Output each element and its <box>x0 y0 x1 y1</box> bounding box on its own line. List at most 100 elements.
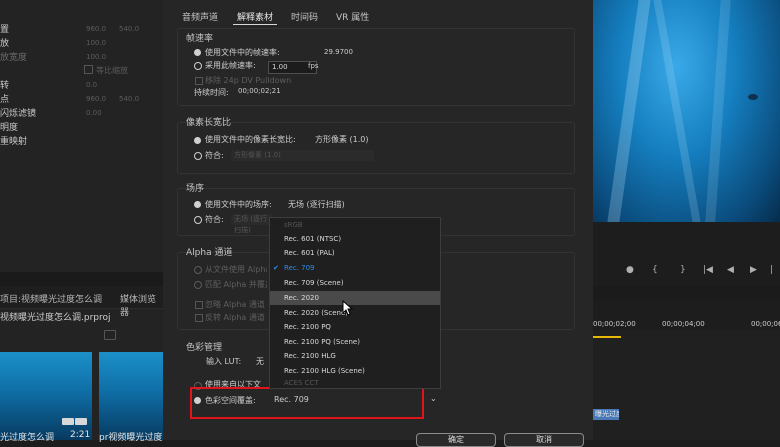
radio-conform-field-order[interactable] <box>194 216 202 224</box>
timeline-clip[interactable]: 曝光过度怎么调.mp4 <box>593 409 619 420</box>
prop-label: 点 <box>0 95 10 105</box>
invert-alpha-checkbox[interactable] <box>195 314 203 322</box>
timeline-panel[interactable] <box>593 330 780 440</box>
prop-row-position[interactable]: 置 960.0 540.0 <box>0 22 163 36</box>
prop-value[interactable]: 100.0 <box>86 50 106 64</box>
dropdown-option[interactable]: Rec. 2100 PQ <box>270 320 440 334</box>
go-to-in-icon[interactable]: |◀ <box>703 265 713 275</box>
section-title: 色彩管理 <box>186 343 223 353</box>
radio-use-file-field-order[interactable] <box>194 201 201 208</box>
prop-row-flicker[interactable]: 闪烁滤镜 0.00 <box>0 106 163 120</box>
marker-icon[interactable]: ● <box>626 265 634 275</box>
prop-row-scale-width[interactable]: 放宽度 100.0 <box>0 50 163 64</box>
uniform-scale-checkbox[interactable]: 等比缩放 <box>84 65 128 76</box>
program-monitor-preview[interactable] <box>593 0 780 222</box>
work-area-bar[interactable] <box>593 336 621 338</box>
prop-label: 放 <box>0 39 10 49</box>
prop-label: 明度 <box>0 123 19 133</box>
chevron-down-icon[interactable]: ⌄ <box>430 394 437 403</box>
dropdown-option[interactable]: sRGB <box>270 218 440 232</box>
video-badge-icon <box>62 418 74 425</box>
ok-button[interactable]: 确定 <box>416 433 496 447</box>
prop-value[interactable]: 960.0 <box>86 22 106 36</box>
panel-divider <box>0 272 163 286</box>
tab-audio-channels[interactable]: 音频声道 <box>182 10 218 23</box>
section-title: Alpha 通道 <box>186 248 233 258</box>
radio-label: 使用文件中的像素长宽比: <box>205 135 296 144</box>
step-forward-icon[interactable]: | <box>770 265 773 275</box>
prop-label: 重映射 <box>0 137 28 147</box>
thumbnail-clip-2[interactable] <box>99 352 163 440</box>
step-back-icon[interactable]: ◀ <box>727 265 734 275</box>
radio-alpha-match[interactable] <box>194 281 202 289</box>
checkbox-label: 反转 Alpha 通道 <box>205 313 265 322</box>
section-title: 像素长宽比 <box>186 118 232 128</box>
mark-out-icon[interactable]: } <box>680 265 686 275</box>
dropdown-option[interactable]: Rec. 601 (NTSC) <box>270 232 440 246</box>
dropdown-option[interactable]: Rec. 2100 PQ (Scene) <box>270 335 440 349</box>
prop-value[interactable]: 540.0 <box>119 22 139 36</box>
fps-unit: fps <box>308 62 319 70</box>
prop-row-scale[interactable]: 放 100.0 <box>0 36 163 50</box>
monitor-controls-bar <box>593 222 780 262</box>
play-icon[interactable]: ▶ <box>750 265 757 275</box>
ruler-timecode: 00;00;06;00 <box>751 320 780 328</box>
pulldown-checkbox[interactable] <box>195 77 203 85</box>
tab-media-browser[interactable]: 媒体浏览器 <box>120 292 163 318</box>
prop-value[interactable]: 960.0 <box>86 92 106 106</box>
dropdown-option[interactable]: Rec. 709 (Scene) <box>270 276 440 290</box>
radio-assume-frame-rate[interactable] <box>194 62 202 70</box>
dropdown-option-selected[interactable]: ✔ Rec. 709 <box>270 261 440 275</box>
audio-badge-icon <box>75 418 87 425</box>
field-order-select[interactable]: 无场 (逐行扫描) <box>231 214 272 234</box>
ignore-alpha-checkbox[interactable] <box>195 301 203 309</box>
mark-in-icon[interactable]: { <box>652 265 658 275</box>
color-space-dropdown[interactable]: sRGB Rec. 601 (NTSC) Rec. 601 (PAL) ✔ Rec… <box>269 217 441 389</box>
prop-row-opacity[interactable]: 明度 <box>0 120 163 134</box>
red-highlight-box <box>190 387 424 419</box>
radio-alpha-from-file[interactable] <box>194 266 202 274</box>
radio-label: 符合: <box>205 151 224 160</box>
mouse-cursor-icon <box>342 300 354 316</box>
prop-row-anchor[interactable]: 点 960.0 540.0 <box>0 92 163 106</box>
duration-label: 持续时间: <box>194 88 229 97</box>
thumbnail-clip-1[interactable] <box>0 352 92 440</box>
tab-timecode[interactable]: 时间码 <box>291 10 318 23</box>
dropdown-option[interactable]: Rec. 601 (PAL) <box>270 246 440 260</box>
ruler-timecode: 00;00;04;00 <box>662 320 705 328</box>
radio-label: 匹配 Alpha 并覆盖 <box>205 280 267 289</box>
dropdown-option[interactable]: Rec. 2020 (Scene) <box>270 306 440 320</box>
prop-label: 置 <box>0 25 10 35</box>
prop-value[interactable]: 0.0 <box>86 78 97 92</box>
diver-figure <box>748 94 758 100</box>
tab-project[interactable]: 项目:视频曝光过度怎么调 <box>0 292 102 305</box>
checkmark-icon: ✔ <box>273 264 279 272</box>
prop-value[interactable]: 100.0 <box>86 36 106 50</box>
section-title: 帧速率 <box>186 34 214 44</box>
tab-interpret-footage[interactable]: 解释素材 <box>237 10 273 23</box>
radio-label: 使用文件中的场序: <box>205 200 272 209</box>
cancel-button[interactable]: 取消 <box>504 433 584 447</box>
project-panel-tabs: 项目:视频曝光过度怎么调 媒体浏览器 <box>0 286 163 318</box>
prop-row-rotation[interactable]: 转 0.0 <box>0 78 163 92</box>
checkbox-label: 忽略 Alpha 通道 <box>205 300 265 309</box>
dropdown-option-hovered[interactable]: Rec. 2020 <box>270 291 440 305</box>
dropdown-option[interactable]: ACES CCT <box>270 376 440 390</box>
thumbnail-label: 光过度怎么调 <box>0 433 55 443</box>
radio-use-file-frame-rate[interactable] <box>194 49 201 56</box>
radio-conform-pixel-aspect[interactable] <box>194 152 202 160</box>
prop-value[interactable]: 540.0 <box>119 92 139 106</box>
radio-label: 采用此帧速率: <box>205 61 256 70</box>
checkbox-box[interactable] <box>84 65 93 74</box>
folder-icon[interactable] <box>104 330 116 340</box>
thumbnail-duration: 2:21 <box>70 430 91 440</box>
tab-vr-properties[interactable]: VR 属性 <box>336 10 369 23</box>
dropdown-option[interactable]: Rec. 2100 HLG <box>270 349 440 363</box>
prop-row-time-remap[interactable]: 重映射 <box>0 134 163 148</box>
radio-label: 使用文件中的帧速率: <box>205 48 280 57</box>
pixel-aspect-select[interactable]: 方形像素 (1.0) <box>231 150 374 161</box>
timeline-ruler[interactable]: 00;00;02;00 00;00;04;00 00;00;06;00 <box>593 318 780 330</box>
radio-use-file-pixel-aspect[interactable] <box>194 137 201 144</box>
lut-select[interactable]: 无 <box>256 356 264 367</box>
prop-value[interactable]: 0.00 <box>86 106 102 120</box>
